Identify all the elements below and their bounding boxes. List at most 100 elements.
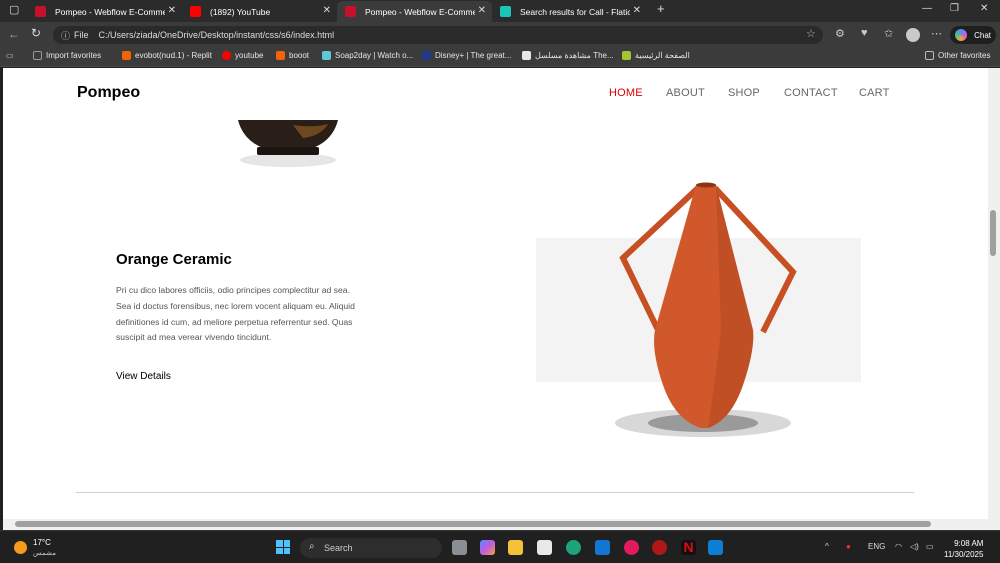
bookmark-disney[interactable]: Disney+ | The great... (422, 51, 511, 60)
chat-label: Chat (974, 30, 991, 40)
performance-icon[interactable]: ♥ (861, 27, 868, 39)
close-icon[interactable]: ✕ (168, 5, 176, 16)
replit-icon (276, 51, 285, 60)
pompeo-favicon-icon (35, 6, 46, 17)
folder-icon (33, 51, 42, 60)
soap2day-icon (322, 51, 331, 60)
more-menu-icon[interactable]: ⋯ (931, 27, 942, 40)
favorite-star-icon[interactable]: ☆ (806, 27, 816, 40)
copilot-app-icon[interactable] (480, 540, 495, 555)
url-text: C:/Users/ziada/OneDrive/Desktop/instant/… (98, 30, 335, 40)
security-tray-icon[interactable]: ● (846, 542, 851, 551)
bookmark-booot[interactable]: booot (276, 51, 309, 60)
refresh-icon[interactable]: ↻ (31, 26, 41, 40)
music-app-icon[interactable] (624, 540, 639, 555)
file-explorer-icon[interactable] (508, 540, 523, 555)
page-icon (522, 51, 531, 60)
section-divider (76, 492, 914, 493)
site-logo[interactable]: Pompeo (77, 84, 140, 102)
profile-avatar[interactable] (906, 28, 920, 42)
bookmark-label: Import favorites (46, 51, 102, 60)
bookmark-series[interactable]: مشاهدة مسلسل The... (522, 51, 614, 60)
bookmark-replit[interactable]: evobot(nud.1) - Replit (122, 51, 212, 60)
vertical-scroll-thumb[interactable] (990, 210, 996, 256)
restore-icon[interactable]: ❐ (950, 3, 959, 14)
screen: ▢ Pompeo - Webflow E-Commerce ✕ (1892) Y… (0, 0, 1000, 563)
disney-icon (422, 51, 431, 60)
tab-actions-icon[interactable]: ▢ (9, 3, 19, 16)
home-page-icon (622, 51, 631, 60)
clock-time: 9:08 AM (954, 539, 984, 548)
clock-date: 11/30/2025 (944, 550, 984, 559)
dark-bowl-image (238, 120, 338, 167)
nav-contact[interactable]: CONTACT (784, 87, 838, 99)
netflix-icon[interactable]: N (681, 540, 696, 555)
copilot-chat-button[interactable]: Chat (950, 26, 996, 44)
extensions-icon[interactable]: ⚙ (835, 27, 845, 40)
weather-temperature[interactable]: 17°C (33, 538, 51, 547)
edge-icon[interactable] (566, 540, 581, 555)
bookmark-label: Other favorites (938, 51, 991, 60)
new-tab-icon[interactable]: + (657, 1, 665, 16)
windows-taskbar: 17°C مشمس ⌕ Search N ^ ● ENG ◠ ◁) ▭ 9:08… (0, 530, 1000, 563)
bookmark-import-favorites[interactable]: Import favorites (33, 51, 101, 60)
game-app-icon[interactable] (652, 540, 667, 555)
tab-pompeo-1[interactable]: Pompeo - Webflow E-Commerce ✕ (27, 1, 182, 22)
copilot-icon (955, 29, 967, 41)
battery-icon[interactable]: ▭ (926, 542, 934, 551)
bookmark-label: Disney+ | The great... (435, 51, 512, 60)
window-close-icon[interactable]: ✕ (980, 3, 988, 14)
flaticon-favicon-icon (500, 6, 511, 17)
bookmark-label: youtube (235, 51, 264, 60)
tab-title: Pompeo - Webflow E-Commerce (365, 6, 475, 17)
windows-start-icon[interactable] (276, 540, 290, 554)
language-indicator[interactable]: ENG (868, 542, 885, 551)
outlook-icon[interactable] (595, 540, 610, 555)
chevron-up-icon[interactable]: ^ (825, 542, 829, 551)
minimize-icon[interactable]: — (922, 3, 932, 14)
tab-flaticon[interactable]: Search results for Call - Flaticon ✕ (492, 1, 647, 22)
volume-icon[interactable]: ◁) (910, 542, 919, 551)
close-icon[interactable]: ✕ (478, 5, 486, 16)
orange-ceramic-vase-image (615, 182, 797, 437)
nav-home[interactable]: HOME (609, 87, 643, 99)
horizontal-scroll-thumb[interactable] (15, 521, 931, 527)
back-icon[interactable]: ← (8, 27, 20, 41)
close-icon[interactable]: ✕ (633, 5, 641, 16)
taskbar-search[interactable]: ⌕ Search (300, 538, 442, 558)
collections-icon[interactable]: ▭ (6, 51, 14, 60)
view-details-link[interactable]: View Details (116, 371, 171, 382)
favorites-bar: ▭ Import favorites evobot(nud.1) - Repli… (0, 48, 1000, 67)
youtube-icon (222, 51, 231, 60)
close-icon[interactable]: ✕ (323, 5, 331, 16)
bookmark-soap2day[interactable]: Soap2day | Watch o... (322, 51, 413, 60)
folder-icon (925, 51, 934, 60)
info-icon[interactable]: ⓘ (61, 29, 70, 42)
pompeo-favicon-icon (345, 6, 356, 17)
system-clock[interactable]: 9:08 AM 11/30/2025 (944, 538, 983, 560)
wifi-icon[interactable]: ◠ (895, 542, 902, 551)
tab-title: (1892) YouTube (210, 6, 271, 17)
tab-pompeo-active[interactable]: Pompeo - Webflow E-Commerce ✕ (337, 1, 492, 22)
address-bar[interactable]: ⓘ File C:/Users/ziada/OneDrive/Desktop/i… (53, 26, 823, 44)
favorites-icon[interactable]: ✩ (884, 27, 893, 40)
tab-youtube[interactable]: (1892) YouTube ✕ (182, 1, 337, 22)
nav-cart[interactable]: CART (859, 87, 890, 99)
nav-shop[interactable]: SHOP (728, 87, 760, 99)
tab-title: Pompeo - Webflow E-Commerce (55, 6, 165, 17)
bookmark-youtube[interactable]: youtube (222, 51, 263, 60)
task-view-icon[interactable] (452, 540, 467, 555)
bookmark-home[interactable]: الصفحة الرئيسية (622, 51, 690, 60)
other-favorites[interactable]: Other favorites (925, 51, 990, 60)
vertical-scrollbar[interactable] (988, 68, 1000, 519)
tab-title: Search results for Call - Flaticon (520, 6, 630, 17)
sun-icon[interactable] (14, 541, 27, 554)
weather-condition[interactable]: مشمس (33, 549, 56, 557)
horizontal-scrollbar[interactable] (3, 519, 1000, 530)
search-icon: ⌕ (309, 541, 315, 552)
microsoft-store-icon[interactable] (537, 540, 552, 555)
nav-about[interactable]: ABOUT (666, 87, 705, 99)
vscode-icon[interactable] (708, 540, 723, 555)
youtube-favicon-icon (190, 6, 201, 17)
scheme-label: File (74, 30, 89, 40)
